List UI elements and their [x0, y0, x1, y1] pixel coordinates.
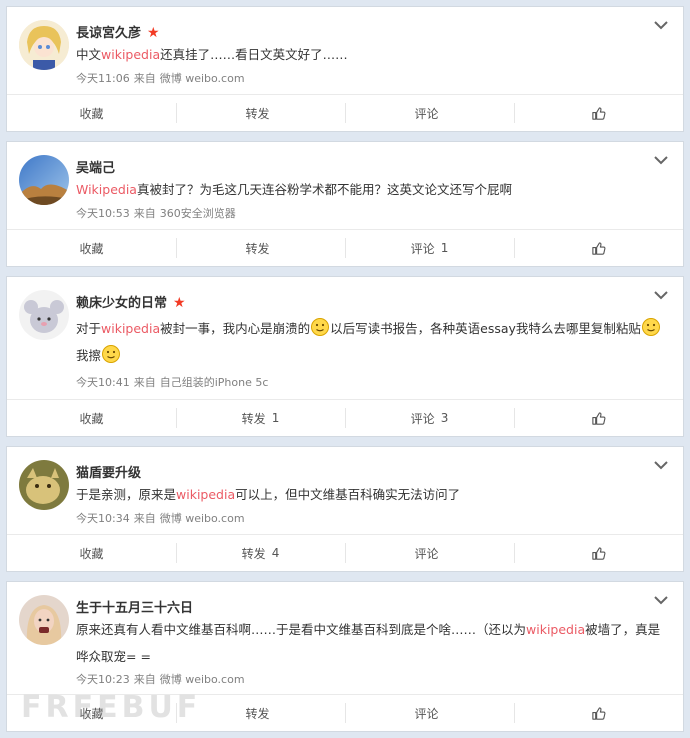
keyword-link[interactable]: wikipedia	[526, 622, 585, 637]
comment-button[interactable]: 评论 1	[345, 230, 514, 266]
action-bar: 收藏 转发 4 评论	[7, 534, 683, 571]
post-meta: 今天11:06 来自 微博 weibo.com	[76, 72, 245, 85]
weibo-comment-card: 猫盾要升级 于是亲测，原来是wikipedia可以上，但中文维基百科确实无法访问…	[6, 446, 684, 572]
comment-text: Wikipedia真被封了？为毛这几天连谷粉学术都不能用？这英文论文还写个屁啊	[76, 182, 512, 197]
comment-text: 中文wikipedia还真挂了……看日文英文好了……	[76, 47, 348, 62]
weibo-comment-card: 長谅宮久彦 ★ 中文wikipedia还真挂了……看日文英文好了…… 今天11:0…	[6, 6, 684, 132]
user-name[interactable]: 赖床少女的日常 ★	[76, 292, 186, 311]
weibo-comment-card: 赖床少女的日常 ★ 对于wikipedia被封一事，我内心是崩溃的 以后写读书报告，…	[6, 276, 684, 437]
chevron-down-icon[interactable]	[653, 19, 669, 31]
source-link[interactable]: 微博 weibo.com	[160, 673, 245, 686]
repost-button[interactable]: 转发 1	[176, 400, 345, 436]
watermark: FREEBUF	[21, 690, 202, 725]
user-name[interactable]: 長谅宮久彦 ★	[76, 22, 160, 41]
post-meta: 今天10:53 来自 360安全浏览器	[76, 207, 236, 220]
comment-text: 对于wikipedia被封一事，我内心是崩溃的 以后写读书报告，各种英语essay…	[76, 315, 666, 369]
thumbs-up-icon	[591, 546, 606, 561]
favorite-button[interactable]: 收藏	[7, 400, 176, 436]
favorite-button[interactable]: 收藏	[7, 95, 176, 131]
comment-button[interactable]: 评论	[345, 95, 514, 131]
chevron-down-icon[interactable]	[653, 594, 669, 606]
keyword-link[interactable]: wikipedia	[176, 487, 235, 502]
favorite-button[interactable]: 收藏	[7, 230, 176, 266]
source-link[interactable]: 微博 weibo.com	[160, 72, 245, 85]
keyword-link[interactable]: wikipedia	[101, 47, 160, 62]
like-button[interactable]	[514, 95, 683, 131]
chevron-down-icon[interactable]	[653, 459, 669, 471]
chevron-down-icon[interactable]	[653, 289, 669, 301]
thumbs-up-icon	[591, 241, 606, 256]
timestamp[interactable]: 今天10:23	[76, 673, 130, 686]
thumbs-up-icon	[591, 706, 606, 721]
repost-button[interactable]: 转发	[176, 695, 345, 731]
repost-button[interactable]: 转发 4	[176, 535, 345, 571]
smile-emoji-icon	[101, 344, 121, 364]
user-name[interactable]: 生于十五月三十六日	[76, 597, 193, 616]
comment-button[interactable]: 评论	[345, 535, 514, 571]
repost-button[interactable]: 转发	[176, 230, 345, 266]
star-icon: ★	[173, 295, 186, 311]
thumbs-up-icon	[591, 411, 606, 426]
star-icon: ★	[147, 25, 160, 41]
like-button[interactable]	[514, 535, 683, 571]
source-link[interactable]: 自己组装的iPhone 5c	[160, 376, 269, 389]
action-bar: 收藏 转发 评论 1	[7, 229, 683, 266]
avatar[interactable]	[19, 460, 69, 510]
like-button[interactable]	[514, 695, 683, 731]
source-link[interactable]: 微博 weibo.com	[160, 512, 245, 525]
repost-button[interactable]: 转发	[176, 95, 345, 131]
comment-button[interactable]: 评论	[345, 695, 514, 731]
timestamp[interactable]: 今天10:34	[76, 512, 130, 525]
post-meta: 今天10:23 来自 微博 weibo.com	[76, 673, 245, 686]
smile-emoji-icon	[310, 317, 330, 337]
user-name[interactable]: 猫盾要升级	[76, 462, 141, 481]
timestamp[interactable]: 今天10:53	[76, 207, 130, 220]
timestamp[interactable]: 今天10:41	[76, 376, 130, 389]
weibo-comment-card: 吴端己 Wikipedia真被封了？为毛这几天连谷粉学术都不能用？这英文论文还写…	[6, 141, 684, 267]
action-bar: 收藏 转发 1 评论 3	[7, 399, 683, 436]
favorite-button[interactable]: 收藏	[7, 535, 176, 571]
avatar[interactable]	[19, 595, 69, 645]
chevron-down-icon[interactable]	[653, 154, 669, 166]
comment-text: 原来还真有人看中文维基百科啊……于是看中文维基百科到底是个啥……（还以为wiki…	[76, 622, 661, 664]
smile-emoji-icon	[641, 317, 661, 337]
post-meta: 今天10:34 来自 微博 weibo.com	[76, 512, 245, 525]
avatar[interactable]	[19, 20, 69, 70]
weibo-comment-card: 生于十五月三十六日 原来还真有人看中文维基百科啊……于是看中文维基百科到底是个啥…	[6, 581, 684, 732]
keyword-link[interactable]: Wikipedia	[76, 182, 137, 197]
avatar[interactable]	[19, 290, 69, 340]
source-link[interactable]: 360安全浏览器	[160, 207, 236, 220]
avatar[interactable]	[19, 155, 69, 205]
like-button[interactable]	[514, 400, 683, 436]
comment-text: 于是亲测，原来是wikipedia可以上，但中文维基百科确实无法访问了	[76, 487, 461, 502]
timestamp[interactable]: 今天11:06	[76, 72, 130, 85]
thumbs-up-icon	[591, 106, 606, 121]
user-name[interactable]: 吴端己	[76, 157, 115, 176]
like-button[interactable]	[514, 230, 683, 266]
action-bar: 收藏 转发 评论	[7, 94, 683, 131]
keyword-link[interactable]: wikipedia	[101, 321, 160, 336]
comment-button[interactable]: 评论 3	[345, 400, 514, 436]
post-meta: 今天10:41 来自 自己组装的iPhone 5c	[76, 376, 269, 389]
